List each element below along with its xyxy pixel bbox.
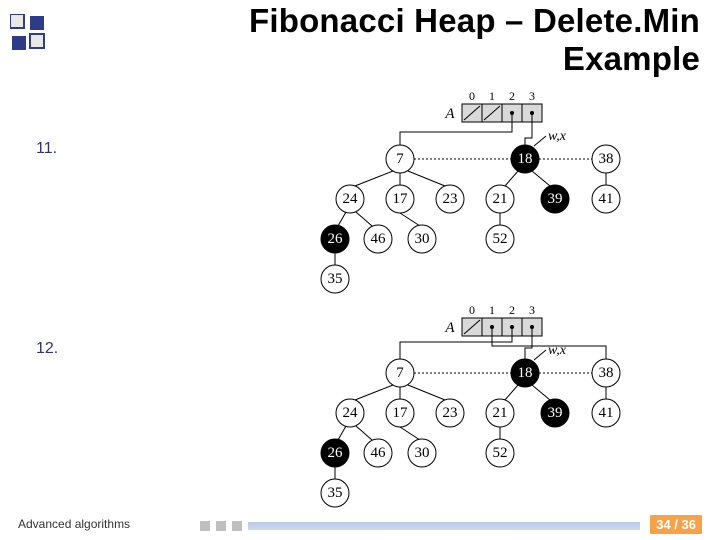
svg-text:26: 26 [328,445,344,461]
svg-text:24: 24 [343,191,359,207]
page-title: Fibonacci Heap – Delete.Min Example [120,2,700,78]
svg-text:23: 23 [443,405,458,421]
svg-text:41: 41 [599,191,614,207]
svg-text:46: 46 [371,445,387,461]
svg-text:24: 24 [343,405,359,421]
svg-text:35: 35 [328,485,343,501]
arr-idx-1: 1 [489,89,495,103]
array-label-12: A [444,320,455,336]
svg-text:30: 30 [415,231,430,247]
annot-wx-11: w,x [548,129,567,144]
svg-text:52: 52 [493,231,508,247]
svg-text:41: 41 [599,405,614,421]
annot-wx-12: w,x [548,343,567,358]
svg-text:52: 52 [493,445,508,461]
svg-text:39: 39 [548,405,563,421]
array-label: A [444,106,455,122]
svg-text:21: 21 [493,405,508,421]
footer-label: Advanced algorithms [18,517,130,531]
diagram-12: A 0 1 2 3 w,x 7 18 38 24 17 23 26 46 30 … [300,298,660,508]
arr-idx-3: 3 [529,89,535,103]
svg-text:46: 46 [371,231,387,247]
step-label-12: 12. [36,340,58,358]
svg-text:21: 21 [493,191,508,207]
arr-idx-1-12: 1 [489,303,495,317]
svg-text:7: 7 [396,365,404,381]
svg-text:30: 30 [415,445,430,461]
svg-text:18: 18 [518,151,533,167]
svg-text:38: 38 [599,365,614,381]
diagram-11: A 0 1 2 3 w,x 7 18 38 24 17 23 26 46 [300,84,660,294]
arr-idx-3-12: 3 [529,303,535,317]
footer-bar [248,522,640,530]
svg-text:17: 17 [393,405,409,421]
svg-text:23: 23 [443,191,458,207]
svg-text:26: 26 [328,231,344,247]
arr-idx-2: 2 [509,89,515,103]
footer-dots-icon [200,521,242,531]
svg-text:18: 18 [518,365,533,381]
arr-idx-0: 0 [469,89,475,103]
logo-icon [10,14,48,52]
svg-text:39: 39 [548,191,563,207]
svg-text:17: 17 [393,191,409,207]
svg-text:7: 7 [396,151,404,167]
footer: Advanced algorithms 34 / 36 [0,508,720,540]
arr-idx-0-12: 0 [469,303,475,317]
svg-text:35: 35 [328,271,343,287]
arr-idx-2-12: 2 [509,303,515,317]
step-label-11: 11. [36,140,57,158]
svg-text:38: 38 [599,151,614,167]
page-number: 34 / 36 [650,515,702,534]
